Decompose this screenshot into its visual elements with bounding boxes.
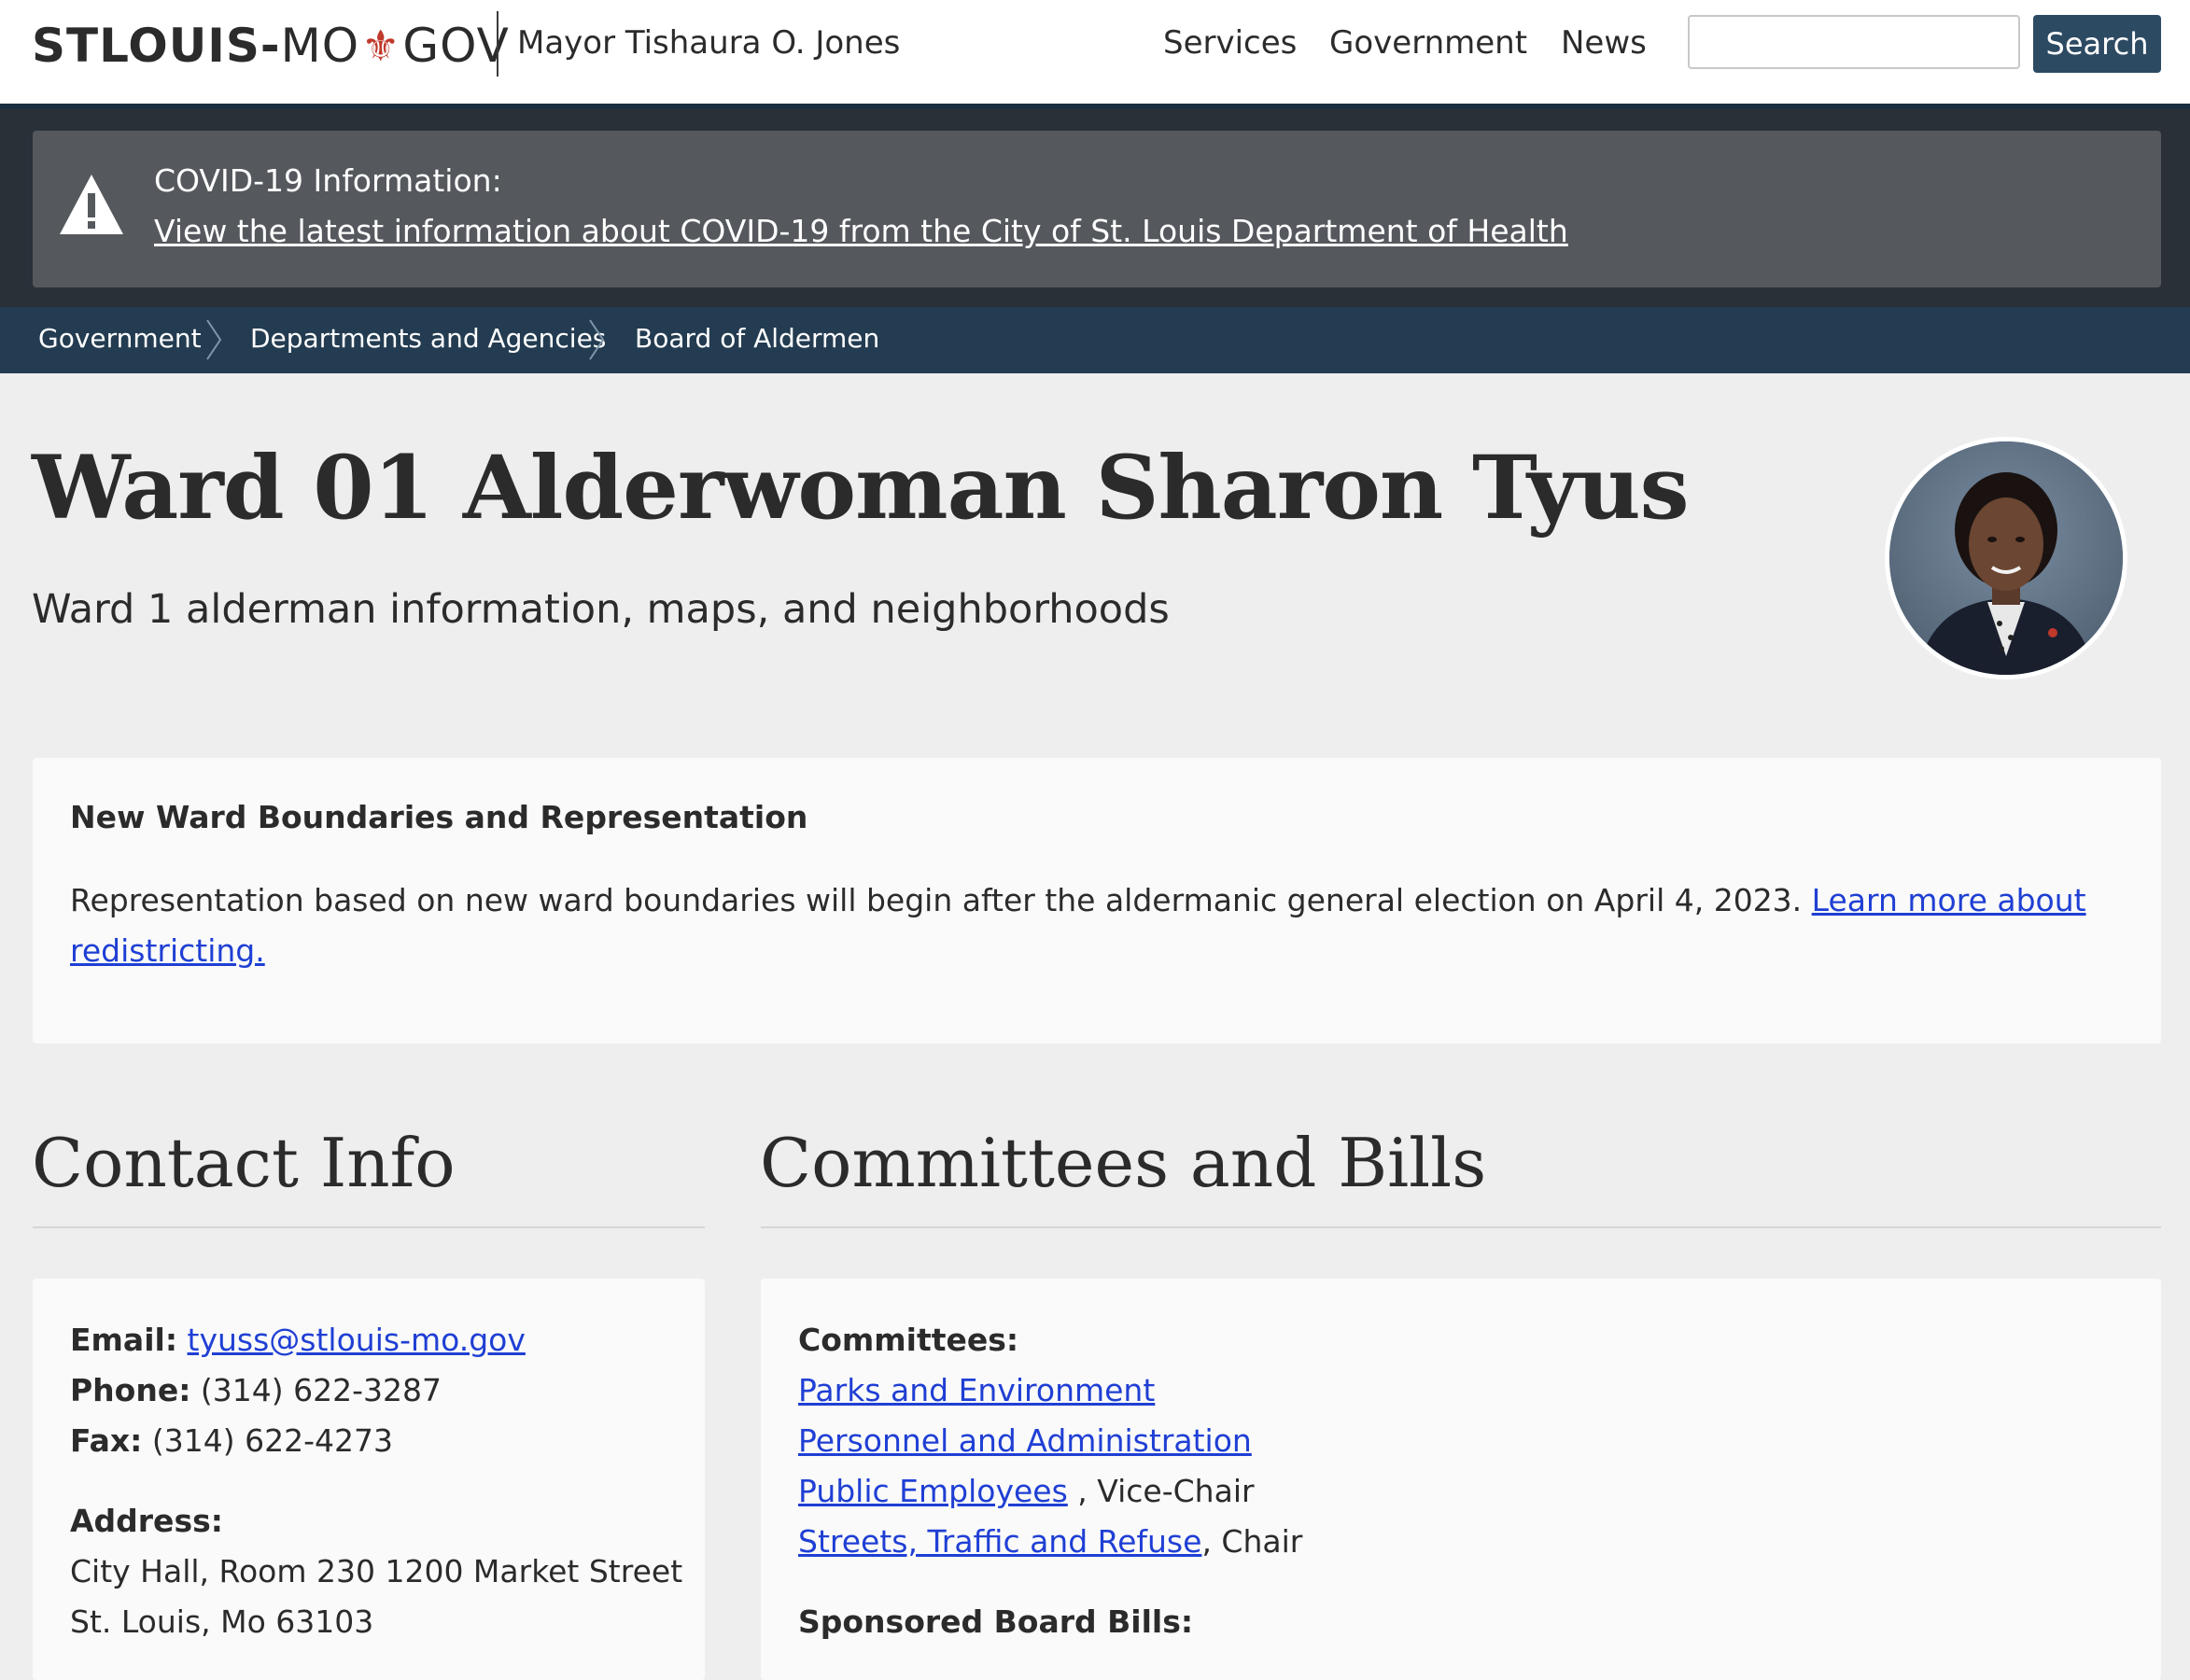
committee-item: Streets, Traffic and Refuse, Chair (798, 1523, 1302, 1560)
committee-item: Personnel and Administration (798, 1422, 1252, 1459)
ward-boundaries-notice: New Ward Boundaries and Representation R… (33, 758, 2161, 1043)
phone-value: (314) 622-3287 (200, 1372, 442, 1408)
chevron-right-icon (206, 319, 222, 360)
committees-bills-heading: Committees and Bills (760, 1124, 1487, 1202)
logo-text-gov: GOV (402, 19, 510, 73)
email-label: Email: (70, 1322, 178, 1358)
alderwoman-portrait (1885, 437, 2127, 679)
address-line1: City Hall, Room 230 1200 Market Street (70, 1553, 683, 1589)
covid-alert: COVID-19 Information: View the latest in… (33, 131, 2161, 287)
phone-row: Phone: (314) 622-3287 (70, 1372, 442, 1408)
site-header: STLOUIS- MO ⚜ GOV Mayor Tishaura O. Jone… (0, 0, 2190, 104)
committee-role: , Chair (1201, 1523, 1303, 1560)
committee-item: Parks and Environment (798, 1372, 1155, 1408)
page-title: Ward 01 Alderwoman Sharon Tyus (32, 437, 1689, 539)
breadcrumb-board-of-aldermen[interactable]: Board of Aldermen (635, 323, 879, 354)
logo-divider (497, 11, 498, 77)
breadcrumb-departments[interactable]: Departments and Agencies (250, 323, 606, 354)
alert-title: COVID-19 Information: (154, 162, 502, 199)
logo-text-mo: MO (280, 19, 360, 73)
address-line2: St. Louis, Mo 63103 (70, 1603, 374, 1640)
warning-icon (60, 175, 123, 234)
alert-band: COVID-19 Information: View the latest in… (0, 104, 2190, 307)
committee-link-parks[interactable]: Parks and Environment (798, 1372, 1155, 1408)
mayor-name[interactable]: Mayor Tishaura O. Jones (517, 24, 900, 62)
notice-body: Representation based on new ward boundar… (70, 875, 2086, 976)
committee-item: Public Employees , Vice-Chair (798, 1473, 1255, 1509)
breadcrumb: Government Departments and Agencies Boar… (0, 307, 2190, 373)
chevron-right-icon (589, 319, 605, 360)
fleur-de-lis-icon: ⚜ (361, 21, 401, 71)
notice-text: Representation based on new ward boundar… (70, 882, 1812, 918)
phone-label: Phone: (70, 1372, 191, 1408)
committee-link-public-employees[interactable]: Public Employees (798, 1473, 1068, 1509)
nav-services[interactable]: Services (1163, 24, 1297, 62)
email-link[interactable]: tyuss@stlouis-mo.gov (188, 1322, 526, 1358)
fax-label: Fax: (70, 1422, 143, 1459)
site-logo[interactable]: STLOUIS- MO ⚜ GOV (32, 13, 510, 78)
nav-news[interactable]: News (1561, 24, 1647, 62)
contact-divider (33, 1226, 705, 1228)
covid-info-link[interactable]: View the latest information about COVID-… (154, 213, 1568, 249)
address-label: Address: (70, 1503, 223, 1539)
committees-card: Committees: Parks and Environment Person… (761, 1279, 2161, 1680)
notice-heading: New Ward Boundaries and Representation (70, 799, 808, 835)
committee-link-streets[interactable]: Streets, Traffic and Refuse (798, 1523, 1201, 1560)
sponsored-bills-label-row: Sponsored Board Bills: (798, 1603, 1193, 1640)
fax-value: (314) 622-4273 (151, 1422, 393, 1459)
page-subtitle: Ward 1 alderman information, maps, and n… (32, 586, 1170, 633)
nav-government[interactable]: Government (1329, 24, 1527, 62)
fax-row: Fax: (314) 622-4273 (70, 1422, 393, 1459)
committees-label-row: Committees: (798, 1322, 1018, 1358)
committee-link-personnel[interactable]: Personnel and Administration (798, 1422, 1252, 1459)
logo-text-stlouis: STLOUIS- (32, 19, 281, 73)
committee-role: , Vice-Chair (1067, 1473, 1255, 1509)
address-label-row: Address: (70, 1503, 223, 1539)
contact-info-heading: Contact Info (32, 1124, 456, 1202)
contact-card: Email: tyuss@stlouis-mo.gov Phone: (314)… (33, 1279, 705, 1680)
sponsored-bills-label: Sponsored Board Bills: (798, 1603, 1194, 1640)
committees-label: Committees: (798, 1322, 1019, 1358)
committees-divider (761, 1226, 2161, 1228)
email-row: Email: tyuss@stlouis-mo.gov (70, 1322, 526, 1358)
breadcrumb-government[interactable]: Government (38, 323, 202, 354)
search-button[interactable]: Search (2033, 15, 2161, 73)
search-input[interactable] (1688, 15, 2020, 69)
